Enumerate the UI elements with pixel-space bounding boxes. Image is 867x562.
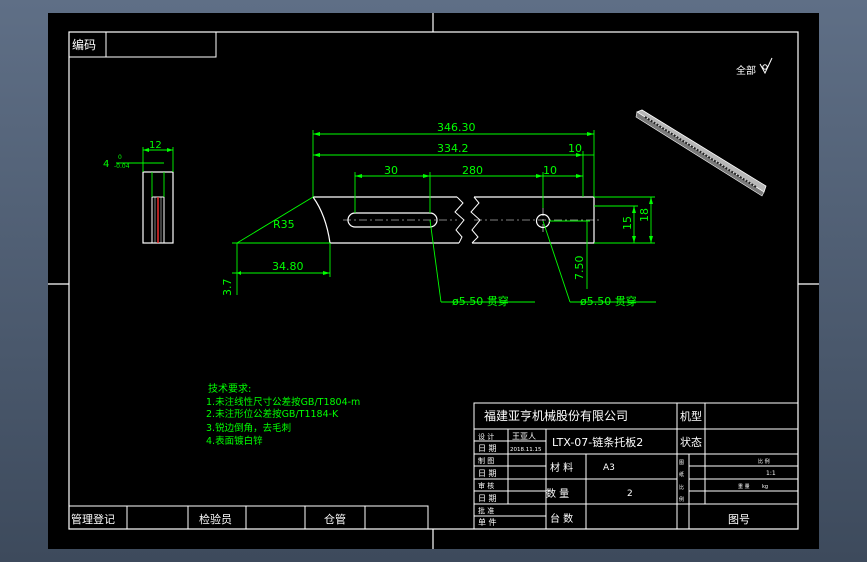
dim-center-height: 7.50 — [573, 256, 586, 281]
dim-side-thickness: 4 — [103, 159, 109, 170]
status-label: 状态 — [680, 435, 702, 449]
dim-slot-start: 30 — [384, 164, 398, 177]
note-item: 2.未注形位公差按GB/T1184-K — [206, 408, 339, 420]
units-label: 台 数 — [550, 512, 573, 525]
tiny-label: 例 — [679, 496, 684, 503]
dim-inner-width: 15 — [621, 216, 634, 230]
dim-side-width: 12 — [149, 140, 162, 151]
drawing-sheet: 编码 全部 12 4 0 -0.04 346.30 334.2 10 30 28… — [48, 13, 819, 549]
dim-hole-left: ø5.50 贯穿 — [452, 294, 509, 308]
weight-unit: kg — [762, 484, 768, 490]
note-item: 1.未注线性尺寸公差按GB/T1804-m — [206, 396, 360, 408]
registry-label: 管理登记 — [71, 512, 115, 526]
tiny-label: 图 — [679, 460, 684, 466]
dim-end-radius: R35 — [273, 218, 295, 231]
quantity-value: 2 — [627, 489, 633, 499]
dim-total-length: 346.30 — [437, 121, 476, 134]
ratio-value: 1:1 — [766, 470, 776, 477]
quantity-label: 数 量 — [546, 487, 569, 500]
tiny-label: 纸 — [679, 471, 684, 478]
part-name: LTX-07-链条托板2 — [552, 435, 643, 449]
material-value: A3 — [603, 463, 615, 473]
dim-tol-lower: -0.04 — [114, 163, 130, 170]
dim-tol-upper: 0 — [118, 154, 122, 161]
ratio-label: 比 例 — [758, 458, 770, 465]
dim-width: 18 — [638, 208, 651, 222]
drawing-no-label: 图号 — [728, 513, 750, 526]
dim-offset-right: 10 — [568, 142, 582, 155]
notes-title: 技术要求: — [208, 382, 251, 395]
warehouse-label: 仓管 — [324, 512, 346, 526]
tiny-label: 比 — [679, 484, 684, 491]
weight-label: 重 量 — [738, 483, 750, 490]
material-label: 材 料 — [550, 461, 573, 474]
dim-inner-length: 334.2 — [437, 142, 469, 155]
designer-name: 王亚人 — [512, 432, 536, 441]
check-label: 审 核 — [478, 481, 494, 490]
dim-hole-offset: 10 — [543, 164, 557, 177]
date-label: 日 期 — [478, 494, 497, 503]
surface-finish-label: 全部 — [736, 64, 756, 77]
machine-label: 机型 — [680, 409, 702, 423]
date-label: 日 期 — [478, 444, 497, 453]
design-label: 设 计 — [478, 432, 494, 441]
sign-label: 单 件 — [478, 517, 497, 527]
dim-bevel-length: 34.80 — [272, 260, 304, 273]
code-label: 编码 — [72, 37, 96, 52]
inspector-label: 检验员 — [199, 512, 232, 526]
note-item: 4.表面镀白锌 — [206, 435, 263, 447]
dim-bevel-height: 3.7 — [221, 279, 234, 297]
date-label: 日 期 — [478, 469, 497, 478]
note-item: 3.锐边倒角，去毛刺 — [206, 422, 291, 434]
company-name: 福建亚亨机械股份有限公司 — [484, 408, 628, 423]
paper-background — [48, 13, 819, 549]
dim-hole-right: ø5.50 贯穿 — [580, 294, 637, 308]
approve-label: 批 准 — [478, 506, 494, 515]
drafting-label: 制 图 — [478, 456, 494, 465]
dim-slot-length: 280 — [462, 164, 483, 177]
design-date: 2018.11.15 — [510, 447, 542, 453]
